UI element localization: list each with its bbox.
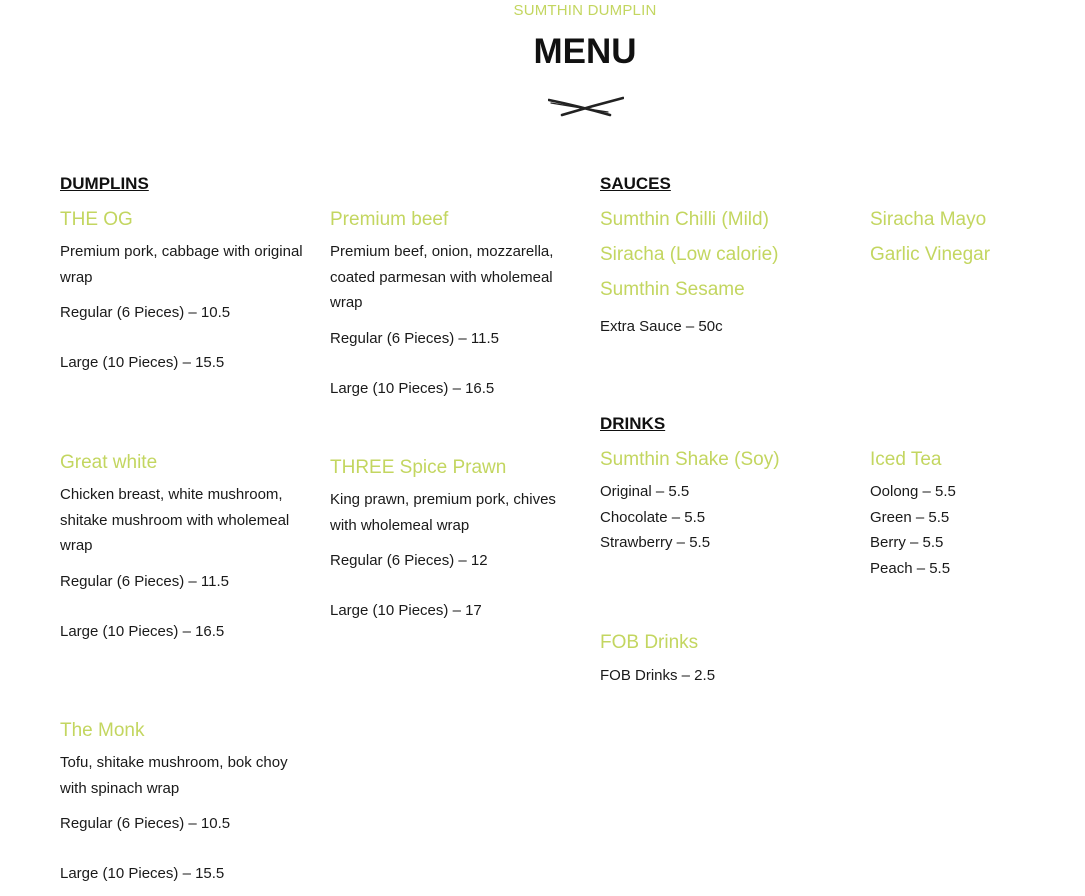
price-large: Large (10 Pieces) – 17 [330, 602, 482, 619]
section-heading-sauces: SAUCES [600, 174, 671, 193]
price-regular: Regular (6 Pieces) – 11.5 [330, 329, 499, 347]
menu-item-premium-beef: Premium beef Premium beef, onion, mozzar… [330, 209, 575, 397]
drink-option: Berry – 5.5 [870, 534, 944, 551]
brand-name: SUMTHIN DUMPLIN [513, 2, 657, 19]
drink-group-fob: FOB Drinks FOB Drinks – 2.5 [600, 632, 715, 684]
drink-option: Original – 5.5 [600, 483, 690, 500]
item-description: Premium pork, cabbage with original wrap [60, 243, 303, 286]
menu-item-three-spice-prawn: THREE Spice Prawn King prawn, premium po… [330, 457, 575, 619]
drink-option: Chocolate – 5.5 [600, 508, 706, 526]
menu-item-the-monk: The Monk Tofu, shitake mushroom, bok cho… [60, 720, 305, 882]
sauce-item: Siracha Mayo [870, 209, 987, 230]
drink-price: FOB Drinks – 2.5 [600, 667, 716, 684]
menu-item-great-white: Great white Chicken breast, white mushro… [60, 452, 305, 640]
sauce-item: Garlic Vinegar [870, 244, 991, 265]
item-name: THREE Spice Prawn [330, 457, 507, 478]
drink-group-iced-tea: Iced Tea Oolong – 5.5 Green – 5.5 Berry … [870, 449, 956, 581]
drink-option: Strawberry – 5.5 [600, 534, 711, 551]
item-name: Sumthin Shake (Soy) [600, 449, 780, 470]
item-name: The Monk [60, 720, 145, 741]
extra-sauce-price: Extra Sauce – 50c [600, 318, 723, 335]
item-description: King prawn, premium pork, chives with wh… [330, 491, 556, 534]
item-name: Great white [60, 452, 158, 473]
drink-group-shake: Sumthin Shake (Soy) Original – 5.5 Choco… [600, 449, 780, 556]
item-name: FOB Drinks [600, 632, 699, 653]
section-heading-drinks: DRINKS [600, 414, 666, 433]
item-name: Premium beef [330, 209, 449, 230]
price-large: Large (10 Pieces) – 16.5 [60, 622, 225, 640]
price-large: Large (10 Pieces) – 15.5 [60, 865, 225, 882]
price-regular: Regular (6 Pieces) – 11.5 [60, 572, 229, 590]
price-regular: Regular (6 Pieces) – 10.5 [60, 815, 231, 832]
price-large: Large (10 Pieces) – 15.5 [60, 354, 225, 371]
price-regular: Regular (6 Pieces) – 10.5 [60, 304, 231, 321]
item-description: Chicken breast, white mushroom, shitake … [60, 486, 290, 554]
item-name: Iced Tea [870, 449, 942, 470]
sauce-item: Siracha (Low calorie) [600, 244, 779, 265]
item-description: Premium beef, onion, mozzarella, coated … [330, 243, 554, 311]
drink-option: Green – 5.5 [870, 508, 950, 526]
sauce-item: Sumthin Chilli (Mild) [600, 209, 769, 230]
item-name: THE OG [60, 209, 133, 230]
page-title: MENU [533, 32, 637, 71]
price-large: Large (10 Pieces) – 16.5 [330, 379, 495, 397]
item-description: Tofu, shitake mushroom, bok choy with sp… [60, 754, 288, 797]
drink-option: Peach – 5.5 [870, 559, 951, 577]
drink-option: Oolong – 5.5 [870, 483, 956, 500]
section-heading-dumplings: DUMPLINS [60, 174, 149, 193]
menu-item-the-og: THE OG Premium pork, cabbage with origin… [60, 209, 305, 371]
sauce-item: Sumthin Sesame [600, 279, 745, 300]
chopsticks-icon [548, 96, 624, 117]
price-regular: Regular (6 Pieces) – 12 [330, 552, 488, 569]
